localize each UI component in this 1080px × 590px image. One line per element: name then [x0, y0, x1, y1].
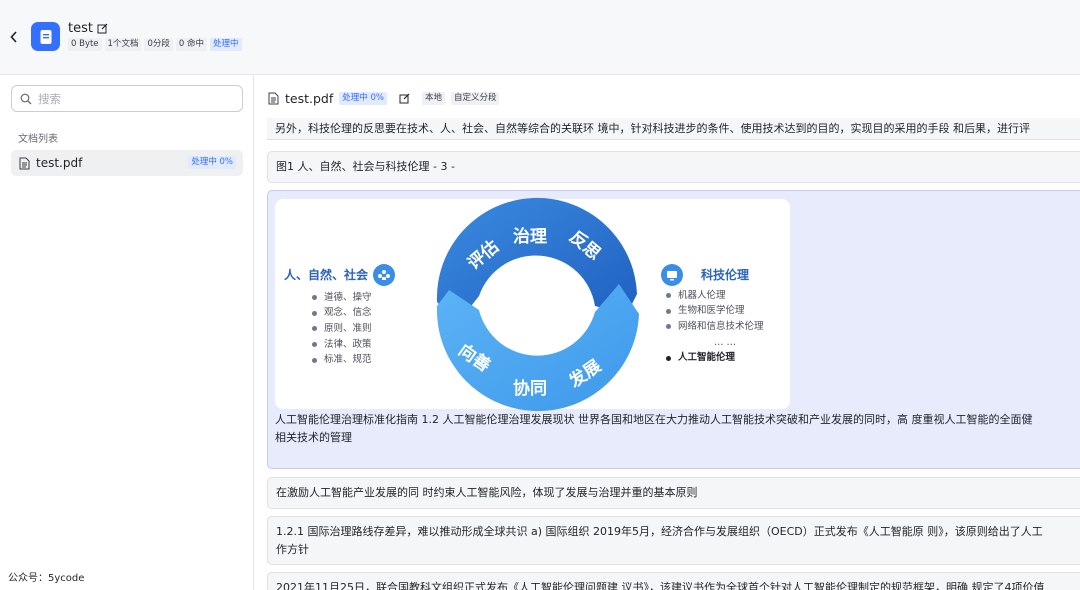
chunk-text-line: 人工智能伦理治理标准化指南 1.2 人工智能伦理治理发展现状 世界各国和地区在大… [275, 413, 1033, 426]
chunk-text: 1.2.1 国际治理路线存差异，难以推动形成全球共识 a) 国际组织 2019年… [276, 525, 1043, 538]
segment-mode-tag: 自定义分段 [450, 92, 500, 105]
people-icon [373, 264, 396, 286]
chunk-text: 2021年11月25日，联合国教科文组织正式发布《人工智能伦理问题建 议书》，该… [276, 581, 1045, 590]
search-icon [20, 93, 32, 104]
ring-label: 治理 [513, 226, 547, 247]
figure-list-item: 观念、信念 [312, 306, 372, 322]
ring-label: 协同 [513, 378, 547, 399]
kb-stats: 0 Byte 1个文档 0分段 0 命中 处理中 [68, 38, 242, 51]
edit-name-icon[interactable] [97, 23, 108, 34]
figure-list-item: 标准、规范 [312, 352, 372, 368]
figure-list-item: … … [714, 336, 737, 348]
figure-list-item: 原则、准则 [312, 321, 372, 337]
chunk-item[interactable]: 1.2.1 国际治理路线存差异，难以推动形成全球共识 a) 国际组织 2019年… [267, 516, 1080, 565]
figure-list-item: 机器人伦理 [666, 288, 764, 304]
file-list-item[interactable]: test.pdf 处理中 0% [11, 150, 243, 176]
chunk-item[interactable]: 另外，科技伦理的反思要在技术、人、社会、自然等综合的关联环 境中，针对科技进步的… [267, 118, 1080, 140]
chunk-text-line: 相关技术的管理 [275, 431, 352, 444]
back-button[interactable] [6, 28, 22, 46]
doc-list-label: 文档列表 [18, 134, 58, 145]
chevron-left-icon [10, 31, 17, 43]
chunk-item-selected[interactable]: 人、自然、社会 道德、操守 观念、信念 原则、准则 法律、政策 标准、规范 评估… [267, 190, 1080, 469]
cycle-ring-diagram: 评估 治理 反思 向善 协同 发展 [436, 197, 639, 412]
document-panel: test.pdf 处理中 0% 本地 自定义分段 另外，科技伦理的反思要在技术、… [254, 75, 1080, 590]
monitor-icon [661, 264, 683, 286]
document-name: test.pdf [285, 91, 334, 106]
chunk-text: 另外，科技伦理的反思要在技术、人、社会、自然等综合的关联环 境中，针对科技进步的… [275, 122, 1030, 135]
source-tag: 本地 [421, 92, 445, 105]
file-icon [268, 92, 279, 105]
figure-list-item: 生物和医学伦理 [666, 304, 764, 320]
figure-list-item: 道德、操守 [312, 290, 372, 306]
file-icon [19, 157, 30, 169]
size-badge: 0 Byte [68, 38, 102, 51]
file-name: test.pdf [36, 156, 83, 170]
chunk-text: 作方针 [276, 543, 309, 556]
chunk-text: 图1 人、自然、社会与科技伦理 - 3 - [276, 160, 455, 173]
document-header: test.pdf 处理中 0% 本地 自定义分段 [268, 91, 500, 106]
doc-count-badge: 1个文档 [104, 38, 142, 51]
chunk-text: 人工智能伦理治理标准化指南 1.2 人工智能伦理治理发展现状 世界各国和地区在大… [275, 411, 1080, 447]
chunk-count-badge: 0分段 [144, 38, 173, 51]
figure-list-item-highlight: 人工智能伦理 [666, 350, 764, 366]
document-status-badge: 处理中 0% [339, 92, 387, 105]
knowledge-base-icon [31, 22, 60, 51]
sidebar: 文档列表 test.pdf 处理中 0% 公众号：5ycode [0, 75, 254, 590]
chunk-item[interactable]: 图1 人、自然、社会与科技伦理 - 3 - [267, 151, 1080, 183]
figure-list-item: 法律、政策 [312, 337, 372, 353]
figure-left-title-text: 人、自然、社会 [284, 268, 369, 282]
figure-left-title: 人、自然、社会 [284, 264, 396, 286]
kb-title: test [68, 21, 108, 36]
hit-count-badge: 0 命中 [175, 38, 208, 51]
file-status-badge: 处理中 0% [188, 156, 236, 169]
search-input[interactable] [38, 91, 228, 106]
footer-note: 公众号：5ycode [8, 573, 85, 584]
figure-image: 人、自然、社会 道德、操守 观念、信念 原则、准则 法律、政策 标准、规范 评估… [275, 197, 790, 412]
figure-right-title: 科技伦理 [661, 264, 749, 286]
chunk-item[interactable]: 2021年11月25日，联合国教科文组织正式发布《人工智能伦理问题建 议书》，该… [267, 572, 1080, 590]
chunk-item[interactable]: 在激励人工智能产业发展的同 时约束人工智能风险，体现了发展与治理并重的基本原则 [267, 477, 1080, 509]
figure-right-title-text: 科技伦理 [701, 268, 750, 282]
figure-right-list: 机器人伦理 生物和医学伦理 网络和信息技术伦理 … … 人工智能伦理 [666, 288, 764, 366]
search-box[interactable] [11, 85, 243, 112]
figure-list-item: 网络和信息技术伦理 [666, 319, 764, 335]
edit-icon[interactable] [399, 93, 410, 104]
figure-left-list: 道德、操守 观念、信念 原则、准则 法律、政策 标准、规范 [312, 290, 372, 368]
header: test 0 Byte 1个文档 0分段 0 命中 处理中 [0, 0, 1080, 75]
kb-name: test [68, 21, 93, 36]
chunk-text: 在激励人工智能产业发展的同 时约束人工智能风险，体现了发展与治理并重的基本原则 [276, 486, 698, 499]
status-badge: 处理中 [210, 38, 242, 51]
